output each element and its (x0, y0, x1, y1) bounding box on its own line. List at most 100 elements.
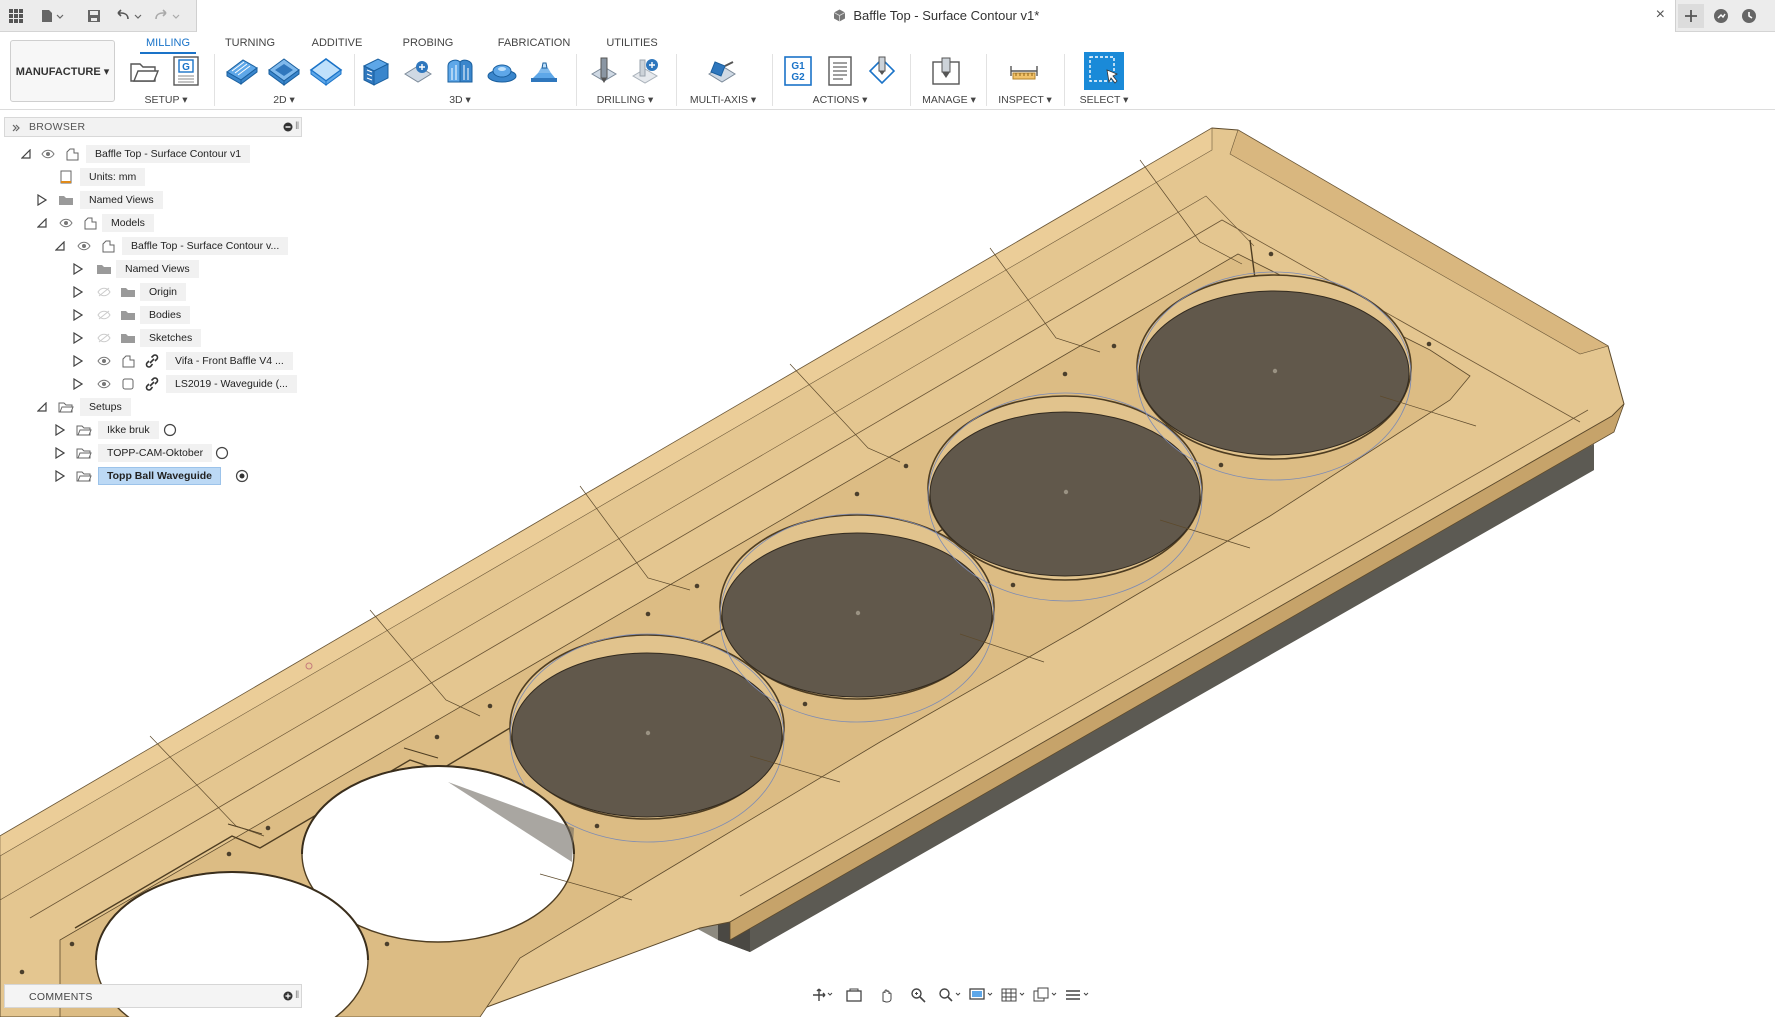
tree-label-sketches[interactable]: Sketches (140, 329, 202, 347)
look-at-icon[interactable] (840, 983, 868, 1007)
zoom-icon[interactable] (904, 983, 932, 1007)
collapsed-arrow-icon[interactable] (54, 446, 66, 460)
tab-additive[interactable]: ADDITIVE (306, 34, 368, 54)
browser-header[interactable]: BROWSER ‖ (4, 117, 302, 137)
tab-milling[interactable]: MILLING (140, 34, 196, 54)
environment-icon[interactable] (1064, 983, 1092, 1007)
collapsed-arrow-icon[interactable] (72, 354, 84, 368)
collapsed-arrow-icon[interactable] (54, 423, 66, 437)
collapse-panel-icon[interactable] (11, 123, 21, 136)
tree-row-setups[interactable]: Setups (0, 397, 300, 417)
tree-label-model[interactable]: Baffle Top - Surface Contour v... (122, 237, 289, 255)
collapsed-arrow-icon[interactable] (72, 377, 84, 391)
tree-row-units[interactable]: Units: mm (0, 167, 300, 187)
new-setup-icon[interactable]: G (168, 54, 204, 88)
pan-icon[interactable] (872, 983, 900, 1007)
inactive-radio-icon[interactable] (214, 445, 230, 461)
tab-turning[interactable]: TURNING (222, 34, 278, 54)
tree-label-origin[interactable]: Origin (140, 283, 187, 301)
tree-label-vifa[interactable]: Vifa - Front Baffle V4 ... (166, 352, 293, 370)
orbit-icon[interactable] (808, 983, 836, 1007)
group-manage[interactable]: MANAGE ▾ (912, 94, 986, 106)
collapsed-arrow-icon[interactable] (72, 308, 84, 322)
redo-icon[interactable] (150, 0, 186, 32)
group-3d[interactable]: 3D ▾ (358, 94, 562, 106)
tab-utilities[interactable]: UTILITIES (604, 34, 660, 54)
tree-row-sketches[interactable]: Sketches (0, 328, 300, 348)
group-drilling[interactable]: DRILLING ▾ (586, 94, 664, 106)
tree-row-setup-topp-ball[interactable]: Topp Ball Waveguide (0, 466, 300, 486)
eye-hidden-icon[interactable] (96, 284, 112, 300)
browser-options-icon[interactable] (283, 122, 293, 135)
notification-icon[interactable] (1736, 4, 1762, 28)
3d-adaptive-icon[interactable] (358, 54, 394, 88)
3d-pocket-icon[interactable] (400, 54, 436, 88)
tree-label-root[interactable]: Baffle Top - Surface Contour v1 (86, 145, 251, 163)
expanded-arrow-icon[interactable] (36, 400, 48, 414)
expanded-arrow-icon[interactable] (20, 147, 32, 161)
tree-label-named-views[interactable]: Named Views (80, 191, 163, 209)
drill-icon[interactable] (586, 54, 622, 88)
expanded-arrow-icon[interactable] (54, 239, 66, 253)
hole-recognition-icon[interactable] (628, 54, 664, 88)
tree-label-units[interactable]: Units: mm (80, 168, 146, 186)
collapsed-arrow-icon[interactable] (54, 469, 66, 483)
eye-hidden-icon[interactable] (96, 307, 112, 323)
tree-row-models[interactable]: Models (0, 213, 300, 233)
group-inspect[interactable]: INSPECT ▾ (990, 94, 1060, 106)
multi-axis-icon[interactable] (704, 54, 740, 88)
tree-row-root[interactable]: Baffle Top - Surface Contour v1 (0, 144, 300, 164)
grid-settings-icon[interactable] (1000, 983, 1028, 1007)
tab-probing[interactable]: PROBING (398, 34, 458, 54)
tree-row-model[interactable]: Baffle Top - Surface Contour v... (0, 236, 300, 256)
tree-row-named-views[interactable]: Named Views (0, 190, 300, 210)
tree-label-bodies[interactable]: Bodies (140, 306, 191, 324)
panel-grip-icon[interactable]: ‖ (295, 120, 299, 132)
job-status-icon[interactable] (1708, 4, 1734, 28)
tree-label-setups[interactable]: Setups (80, 398, 131, 416)
file-icon[interactable] (36, 0, 70, 32)
eye-hidden-icon[interactable] (96, 330, 112, 346)
eye-icon[interactable] (58, 215, 74, 231)
close-tab-icon[interactable]: × (1656, 6, 1665, 24)
expanded-arrow-icon[interactable] (36, 216, 48, 230)
tree-row-origin[interactable]: Origin (0, 282, 300, 302)
parallel-icon[interactable] (484, 54, 520, 88)
add-comment-icon[interactable] (283, 991, 293, 1004)
viewports-icon[interactable] (1032, 983, 1060, 1007)
tree-row-setup-topp-cam[interactable]: TOPP-CAM-Oktober (0, 443, 300, 463)
setup-sheet-icon[interactable] (822, 54, 858, 88)
tree-label-topp-cam[interactable]: TOPP-CAM-Oktober (98, 444, 213, 462)
simulate-icon[interactable] (864, 54, 900, 88)
display-settings-icon[interactable] (968, 983, 996, 1007)
tool-library-icon[interactable] (928, 54, 964, 88)
eye-icon[interactable] (76, 238, 92, 254)
group-actions[interactable]: ACTIONS ▾ (780, 94, 900, 106)
tree-row-bodies[interactable]: Bodies (0, 305, 300, 325)
tree-row-setup-ikke-bruk[interactable]: Ikke bruk (0, 420, 300, 440)
scallop-icon[interactable] (526, 54, 562, 88)
group-multi-axis[interactable]: MULTI-AXIS ▾ (684, 94, 762, 106)
tree-label-model-named-views[interactable]: Named Views (116, 260, 199, 278)
panel-grip-icon[interactable]: ‖ (295, 989, 299, 1001)
measure-icon[interactable] (1006, 54, 1042, 88)
tree-label-models[interactable]: Models (102, 214, 154, 232)
active-radio-icon[interactable] (234, 468, 250, 484)
tab-fabrication[interactable]: FABRICATION (496, 34, 572, 54)
comments-panel[interactable]: COMMENTS ‖ (4, 984, 302, 1008)
collapsed-arrow-icon[interactable] (72, 262, 84, 276)
new-tab-icon[interactable] (1678, 4, 1704, 28)
face-icon[interactable] (308, 54, 344, 88)
document-tab[interactable]: Baffle Top - Surface Contour v1* × (196, 0, 1676, 32)
tree-label-topp-ball[interactable]: Topp Ball Waveguide (98, 467, 222, 485)
save-icon[interactable] (82, 0, 106, 32)
eye-icon[interactable] (40, 146, 56, 162)
eye-icon[interactable] (96, 376, 112, 392)
select-icon[interactable] (1084, 52, 1124, 90)
inactive-radio-icon[interactable] (162, 422, 178, 438)
tree-label-ikke-bruk[interactable]: Ikke bruk (98, 421, 159, 439)
tree-row-ls2019[interactable]: LS2019 - Waveguide (... (0, 374, 300, 394)
new-folder-icon[interactable] (126, 54, 162, 88)
eye-icon[interactable] (96, 353, 112, 369)
tree-label-ls2019[interactable]: LS2019 - Waveguide (... (166, 375, 297, 393)
